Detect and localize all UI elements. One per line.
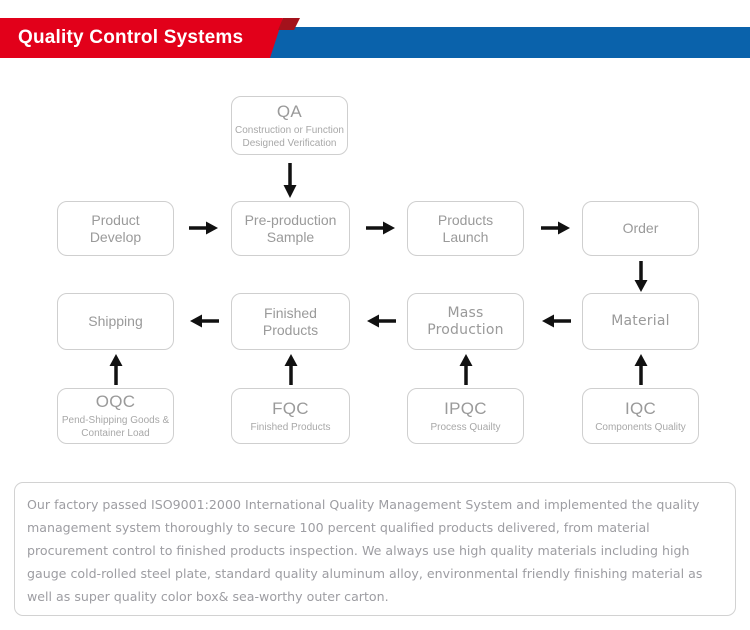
- arrow-up-icon: [109, 354, 123, 385]
- arrow-up-icon: [284, 354, 298, 385]
- arrow-down-icon: [283, 163, 297, 198]
- quality-statement-box: Our factory passed ISO9001:2000 Internat…: [14, 482, 736, 616]
- arrow-finished-to-shipping: [189, 312, 219, 330]
- node-finished-products: Finished Products: [231, 293, 350, 350]
- arrow-qa-to-sample: [282, 163, 298, 199]
- node-product-develop-title: Product Develop: [89, 211, 142, 245]
- node-ipqc-subtitle: Process Quailty: [430, 421, 501, 433]
- node-shipping: Shipping: [57, 293, 174, 350]
- arrow-iqc-to-material: [633, 353, 649, 385]
- node-order-title: Order: [622, 220, 659, 236]
- node-iqc-subtitle: Components Quality: [595, 421, 686, 433]
- arrow-develop-to-sample: [189, 219, 219, 237]
- page-title: Quality Control Systems: [18, 27, 244, 48]
- node-oqc-subtitle: Pend-Shipping Goods & Container Load: [61, 415, 170, 439]
- node-finished-products-title: Finished Products: [262, 304, 319, 338]
- header-banner: Quality Control Systems: [0, 18, 750, 58]
- arrow-material-to-mass: [541, 312, 571, 330]
- node-fqc-subtitle: Finished Products: [250, 421, 331, 433]
- node-order: Order: [582, 201, 699, 256]
- arrow-right-icon: [366, 221, 395, 235]
- arrow-sample-to-launch: [366, 219, 396, 237]
- arrow-left-icon: [190, 314, 219, 328]
- arrow-left-icon: [542, 314, 571, 328]
- arrow-down-icon: [634, 261, 648, 292]
- arrow-launch-to-order: [541, 219, 571, 237]
- node-iqc-title: IQC: [624, 398, 657, 418]
- node-mass-production-title: Mass Production: [427, 304, 504, 338]
- node-oqc-title: OQC: [95, 392, 136, 411]
- arrow-left-icon: [367, 314, 396, 328]
- arrow-up-icon: [459, 354, 473, 385]
- node-shipping-title: Shipping: [88, 313, 143, 329]
- arrow-right-icon: [189, 221, 218, 235]
- node-pre-production-sample: Pre-production Sample: [231, 201, 350, 256]
- node-fqc-title: FQC: [272, 398, 309, 418]
- node-oqc: OQC Pend-Shipping Goods & Container Load: [57, 388, 174, 444]
- node-mass-production: Mass Production: [407, 293, 524, 350]
- node-qa: QA Construction or Function Designed Ver…: [231, 96, 348, 155]
- node-qa-subtitle: Construction or Function Designed Verifi…: [235, 124, 344, 149]
- node-product-develop: Product Develop: [57, 201, 174, 256]
- node-ipqc: IPQC Process Quailty: [407, 388, 524, 444]
- node-pre-production-sample-title: Pre-production Sample: [244, 211, 337, 245]
- node-material: Material: [582, 293, 699, 350]
- arrow-oqc-to-shipping: [108, 353, 124, 385]
- node-products-launch-title: Products Launch: [437, 211, 494, 245]
- node-ipqc-title: IPQC: [444, 398, 487, 418]
- node-qa-title: QA: [276, 101, 303, 121]
- node-fqc: FQC Finished Products: [231, 388, 350, 444]
- arrow-order-to-material: [633, 261, 649, 293]
- arrow-up-icon: [634, 354, 648, 385]
- arrow-mass-to-finished: [366, 312, 396, 330]
- arrow-fqc-to-finished: [283, 353, 299, 385]
- node-material-title: Material: [611, 313, 670, 329]
- quality-statement-text: Our factory passed ISO9001:2000 Internat…: [27, 497, 703, 604]
- node-iqc: IQC Components Quality: [582, 388, 699, 444]
- arrow-ipqc-to-mass: [458, 353, 474, 385]
- arrow-right-icon: [541, 221, 570, 235]
- node-products-launch: Products Launch: [407, 201, 524, 256]
- page-root: Quality Control Systems QA Construction …: [0, 0, 750, 630]
